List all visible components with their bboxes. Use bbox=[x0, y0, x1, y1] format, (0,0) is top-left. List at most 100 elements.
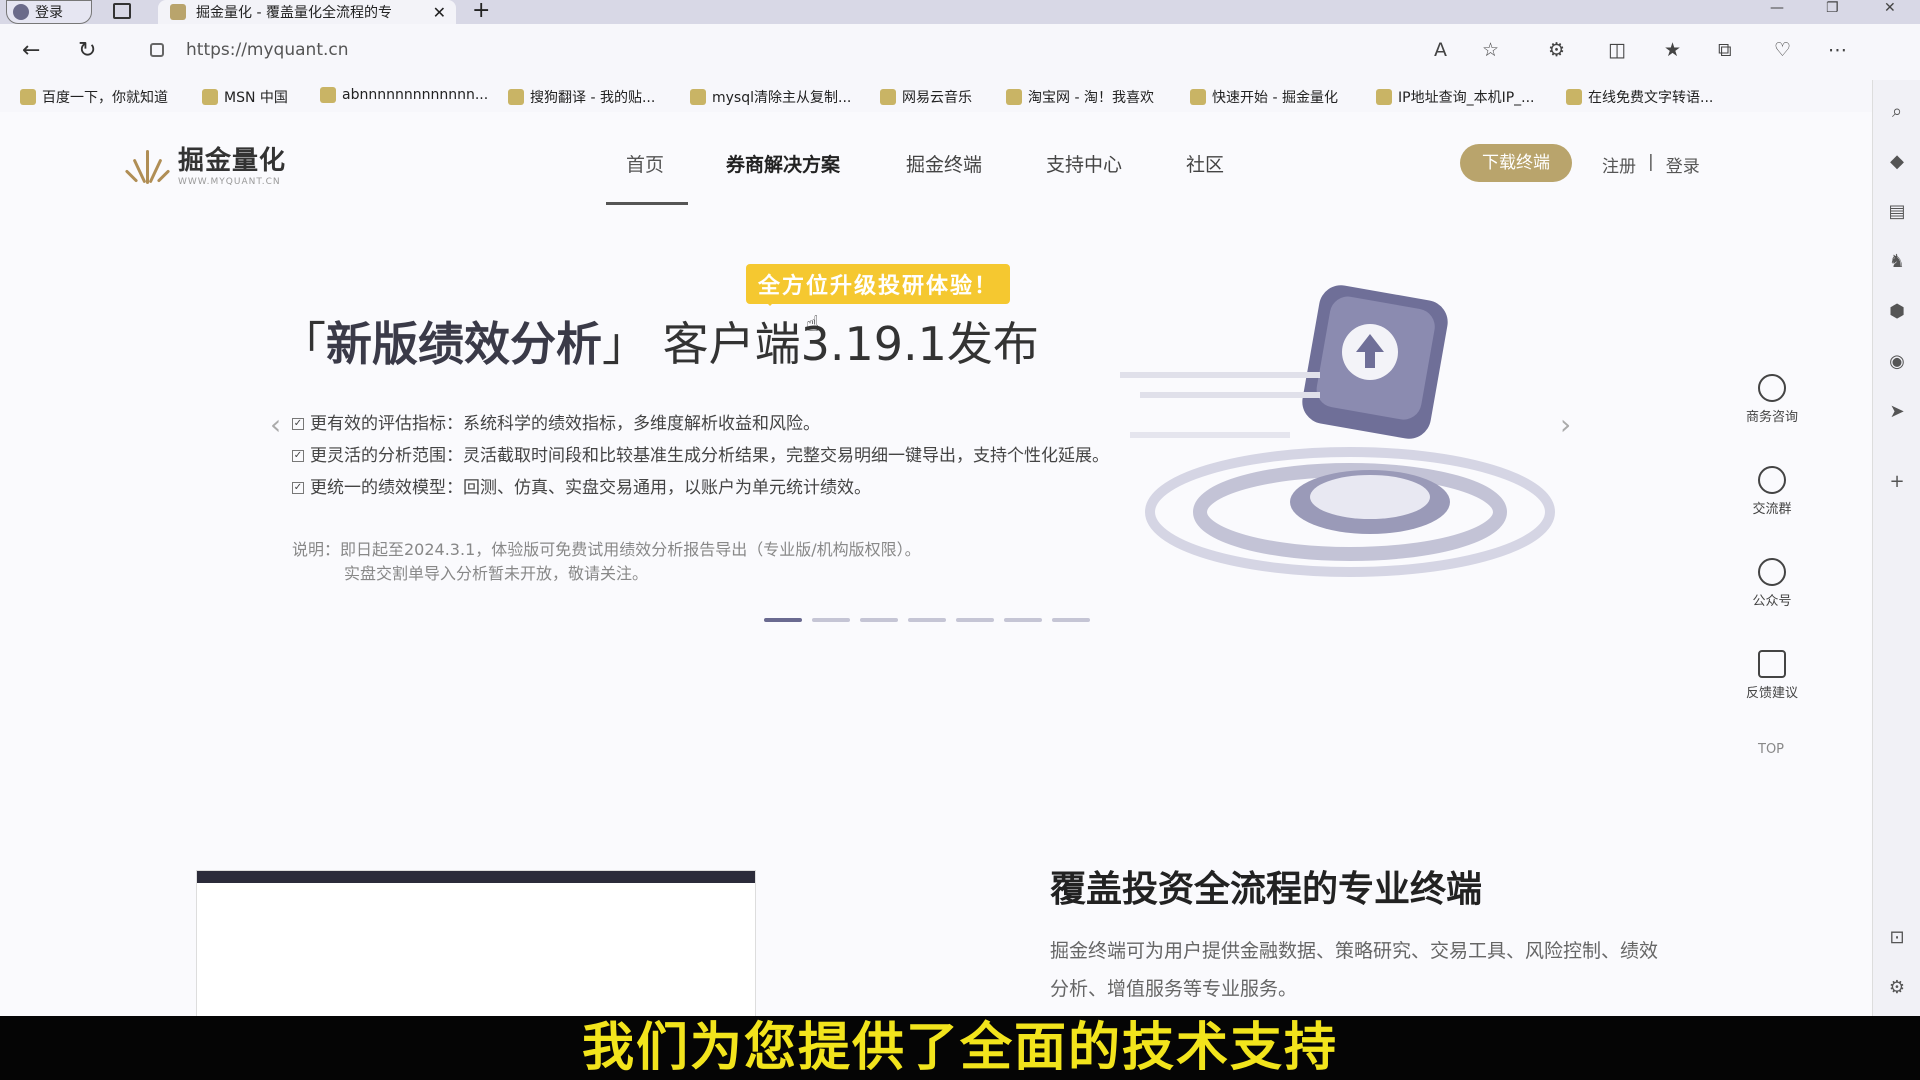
nav-support[interactable]: 支持中心 bbox=[1046, 150, 1122, 177]
download-terminal-button[interactable]: 下载终端 bbox=[1460, 144, 1572, 182]
office-icon[interactable]: ⬢ bbox=[1887, 302, 1907, 322]
bookmark-item[interactable]: 快速开始 - 掘金量化 bbox=[1190, 87, 1338, 107]
lock-icon[interactable] bbox=[150, 43, 164, 57]
settings-icon[interactable]: ⚙ bbox=[1887, 978, 1907, 998]
tab-actions-icon[interactable] bbox=[113, 3, 131, 19]
carousel-dot[interactable] bbox=[1052, 618, 1090, 622]
bookmark-item[interactable]: abnnnnnnnnnnnnn... bbox=[320, 87, 488, 103]
register-link[interactable]: 注册 bbox=[1602, 152, 1636, 177]
bookmark-item[interactable]: 在线免费文字转语... bbox=[1566, 87, 1713, 107]
headset-icon bbox=[1758, 374, 1786, 402]
list-item: ✓ 更灵活的分析范围：灵活截取时间段和比较基准生成分析结果，完整交易明细一键导出，… bbox=[292, 446, 1109, 466]
nav-active-underline bbox=[606, 202, 688, 205]
tab-title: 掘金量化 - 覆盖量化全流程的专 bbox=[196, 5, 392, 21]
more-icon[interactable]: ⋯ bbox=[1828, 39, 1847, 61]
chess-icon[interactable]: ♞ bbox=[1887, 252, 1907, 272]
float-official-account[interactable]: 公众号 bbox=[1740, 558, 1804, 609]
collections-icon[interactable]: ⧉ bbox=[1718, 39, 1732, 61]
note-line-1: 说明：即日起至2024.3.1，体验版可免费试用绩效分析报告导出（专业版/机构版… bbox=[292, 540, 921, 559]
minimize-icon[interactable]: — bbox=[1770, 0, 1784, 16]
site-logo[interactable]: 掘金量化 WWW.MYQUANT.CN bbox=[124, 140, 287, 187]
logo-domain: WWW.MYQUANT.CN bbox=[178, 177, 281, 187]
avatar-icon bbox=[13, 4, 29, 20]
bookmark-item[interactable]: 百度一下，你就知道 bbox=[20, 87, 168, 107]
banner-headline[interactable]: 「新版绩效分析」 客户端3.19.1发布 bbox=[280, 308, 1039, 374]
favorites-icon[interactable]: ★ bbox=[1664, 39, 1681, 61]
browser-tab-strip: 登录 掘金量化 - 覆盖量化全流程的专 ✕ + — ❐ ✕ bbox=[0, 0, 1920, 24]
video-subtitle: 我们为您提供了全面的技术支持 bbox=[581, 1018, 1338, 1078]
carousel-prev-icon[interactable]: ‹ bbox=[270, 408, 281, 441]
banner-tag: 全方位升级投研体验！ bbox=[746, 264, 1011, 306]
profile-label: 登录 bbox=[35, 5, 63, 21]
tree-logo-icon bbox=[124, 144, 171, 184]
bookmark-item[interactable]: 网易云音乐 bbox=[880, 87, 972, 107]
page-icon bbox=[690, 89, 706, 105]
new-tab-button[interactable]: + bbox=[472, 0, 490, 22]
auth-links: 注册 | 登录 bbox=[1602, 152, 1700, 177]
refresh-icon[interactable]: ↻ bbox=[78, 38, 96, 63]
toolbox-icon[interactable]: ▤ bbox=[1887, 202, 1907, 222]
checkbox-icon: ✓ bbox=[292, 418, 304, 430]
tab-close-icon[interactable]: ✕ bbox=[433, 3, 446, 22]
browser-sidebar: ⌕ ◆ ▤ ♞ ⬢ ◉ ➤ + ⊡ ⚙ bbox=[1872, 80, 1920, 1080]
bookmark-item[interactable]: 淘宝网 - 淘！我喜欢 bbox=[1006, 87, 1154, 107]
sogou-icon bbox=[508, 89, 524, 105]
carousel-dot[interactable] bbox=[1004, 618, 1042, 622]
myquant-icon bbox=[1190, 89, 1206, 105]
float-chat-group[interactable]: 交流群 bbox=[1740, 466, 1804, 517]
nav-community[interactable]: 社区 bbox=[1186, 150, 1224, 177]
carousel-dot[interactable] bbox=[860, 618, 898, 622]
bookmark-item[interactable]: IP地址查询_本机IP_... bbox=[1376, 87, 1535, 107]
carousel-dot[interactable] bbox=[956, 618, 994, 622]
baidu-icon bbox=[20, 89, 36, 105]
search-icon[interactable]: ⌕ bbox=[1887, 102, 1907, 122]
float-business-consult[interactable]: 商务咨询 bbox=[1740, 374, 1804, 425]
carousel-dot[interactable] bbox=[812, 618, 850, 622]
edit-icon bbox=[1758, 650, 1786, 678]
note-line-2: 实盘交割单导入分析暂未开放，敬请关注。 bbox=[344, 564, 649, 583]
nav-terminal[interactable]: 掘金终端 bbox=[906, 150, 982, 177]
bookmark-item[interactable]: MSN 中国 bbox=[202, 87, 288, 107]
url-field[interactable]: https://myquant.cn bbox=[186, 40, 349, 60]
badge-check-icon bbox=[1758, 558, 1786, 586]
headline-bracket-open: 「 bbox=[280, 317, 326, 371]
favorite-star-icon[interactable]: ☆ bbox=[1482, 39, 1499, 61]
login-link[interactable]: 登录 bbox=[1666, 152, 1700, 177]
bookmark-item[interactable]: 搜狗翻译 - 我的贴... bbox=[508, 87, 655, 107]
carousel-next-icon[interactable]: › bbox=[1560, 408, 1571, 441]
restore-icon[interactable]: ❐ bbox=[1826, 0, 1839, 16]
carousel-dot[interactable] bbox=[908, 618, 946, 622]
hero-illustration bbox=[1120, 285, 1555, 577]
profile-button[interactable]: 登录 bbox=[6, 0, 92, 24]
auth-separator: | bbox=[1648, 152, 1654, 172]
send-icon[interactable]: ➤ bbox=[1887, 402, 1907, 422]
extensions-icon[interactable]: ⚙ bbox=[1548, 39, 1565, 61]
terminal-screenshot bbox=[196, 870, 756, 1016]
web-page: 掘金量化 WWW.MYQUANT.CN 首页 券商解决方案 掘金终端 支持中心 … bbox=[0, 112, 1872, 1016]
address-bar-row: ← ↻ https://myquant.cn A ☆ ⚙ ◫ ★ ⧉ ♡ ⋯ bbox=[0, 24, 1920, 80]
add-icon[interactable]: + bbox=[1887, 472, 1907, 492]
back-icon[interactable]: ← bbox=[22, 38, 40, 63]
bookmark-item[interactable]: mysql清除主从复制... bbox=[690, 87, 851, 107]
split-screen-icon[interactable]: ◫ bbox=[1608, 39, 1626, 61]
logo-text: 掘金量化 bbox=[178, 146, 287, 176]
section-description: 掘金终端可为用户提供金融数据、策略研究、交易工具、风险控制、绩效分析、增值服务等… bbox=[1050, 940, 1659, 1000]
site-favicon-icon bbox=[170, 4, 186, 20]
carousel-dot[interactable] bbox=[764, 618, 802, 622]
section-title: 覆盖投资全流程的专业终端 bbox=[1050, 869, 1483, 910]
read-aloud-icon[interactable]: A bbox=[1434, 39, 1447, 61]
layout-icon[interactable]: ⊡ bbox=[1887, 928, 1907, 948]
back-to-top-link[interactable]: TOP bbox=[1758, 742, 1784, 757]
list-item: ✓ 更统一的绩效模型：回测、仿真、实盘交易通用，以账户为单元统计绩效。 bbox=[292, 478, 871, 498]
checkbox-icon: ✓ bbox=[292, 450, 304, 462]
performance-icon[interactable]: ♡ bbox=[1774, 39, 1791, 61]
outlook-icon[interactable]: ◉ bbox=[1887, 352, 1907, 372]
nav-broker-solutions[interactable]: 券商解决方案 bbox=[726, 150, 840, 177]
tag-icon[interactable]: ◆ bbox=[1887, 152, 1907, 172]
browser-tab-active[interactable]: 掘金量化 - 覆盖量化全流程的专 ✕ bbox=[158, 0, 456, 24]
headline-bracket-close: 」 bbox=[602, 317, 648, 371]
close-window-icon[interactable]: ✕ bbox=[1884, 0, 1896, 16]
nav-home[interactable]: 首页 bbox=[626, 150, 664, 177]
folder-icon bbox=[320, 87, 336, 103]
float-feedback[interactable]: 反馈建议 bbox=[1740, 650, 1804, 701]
